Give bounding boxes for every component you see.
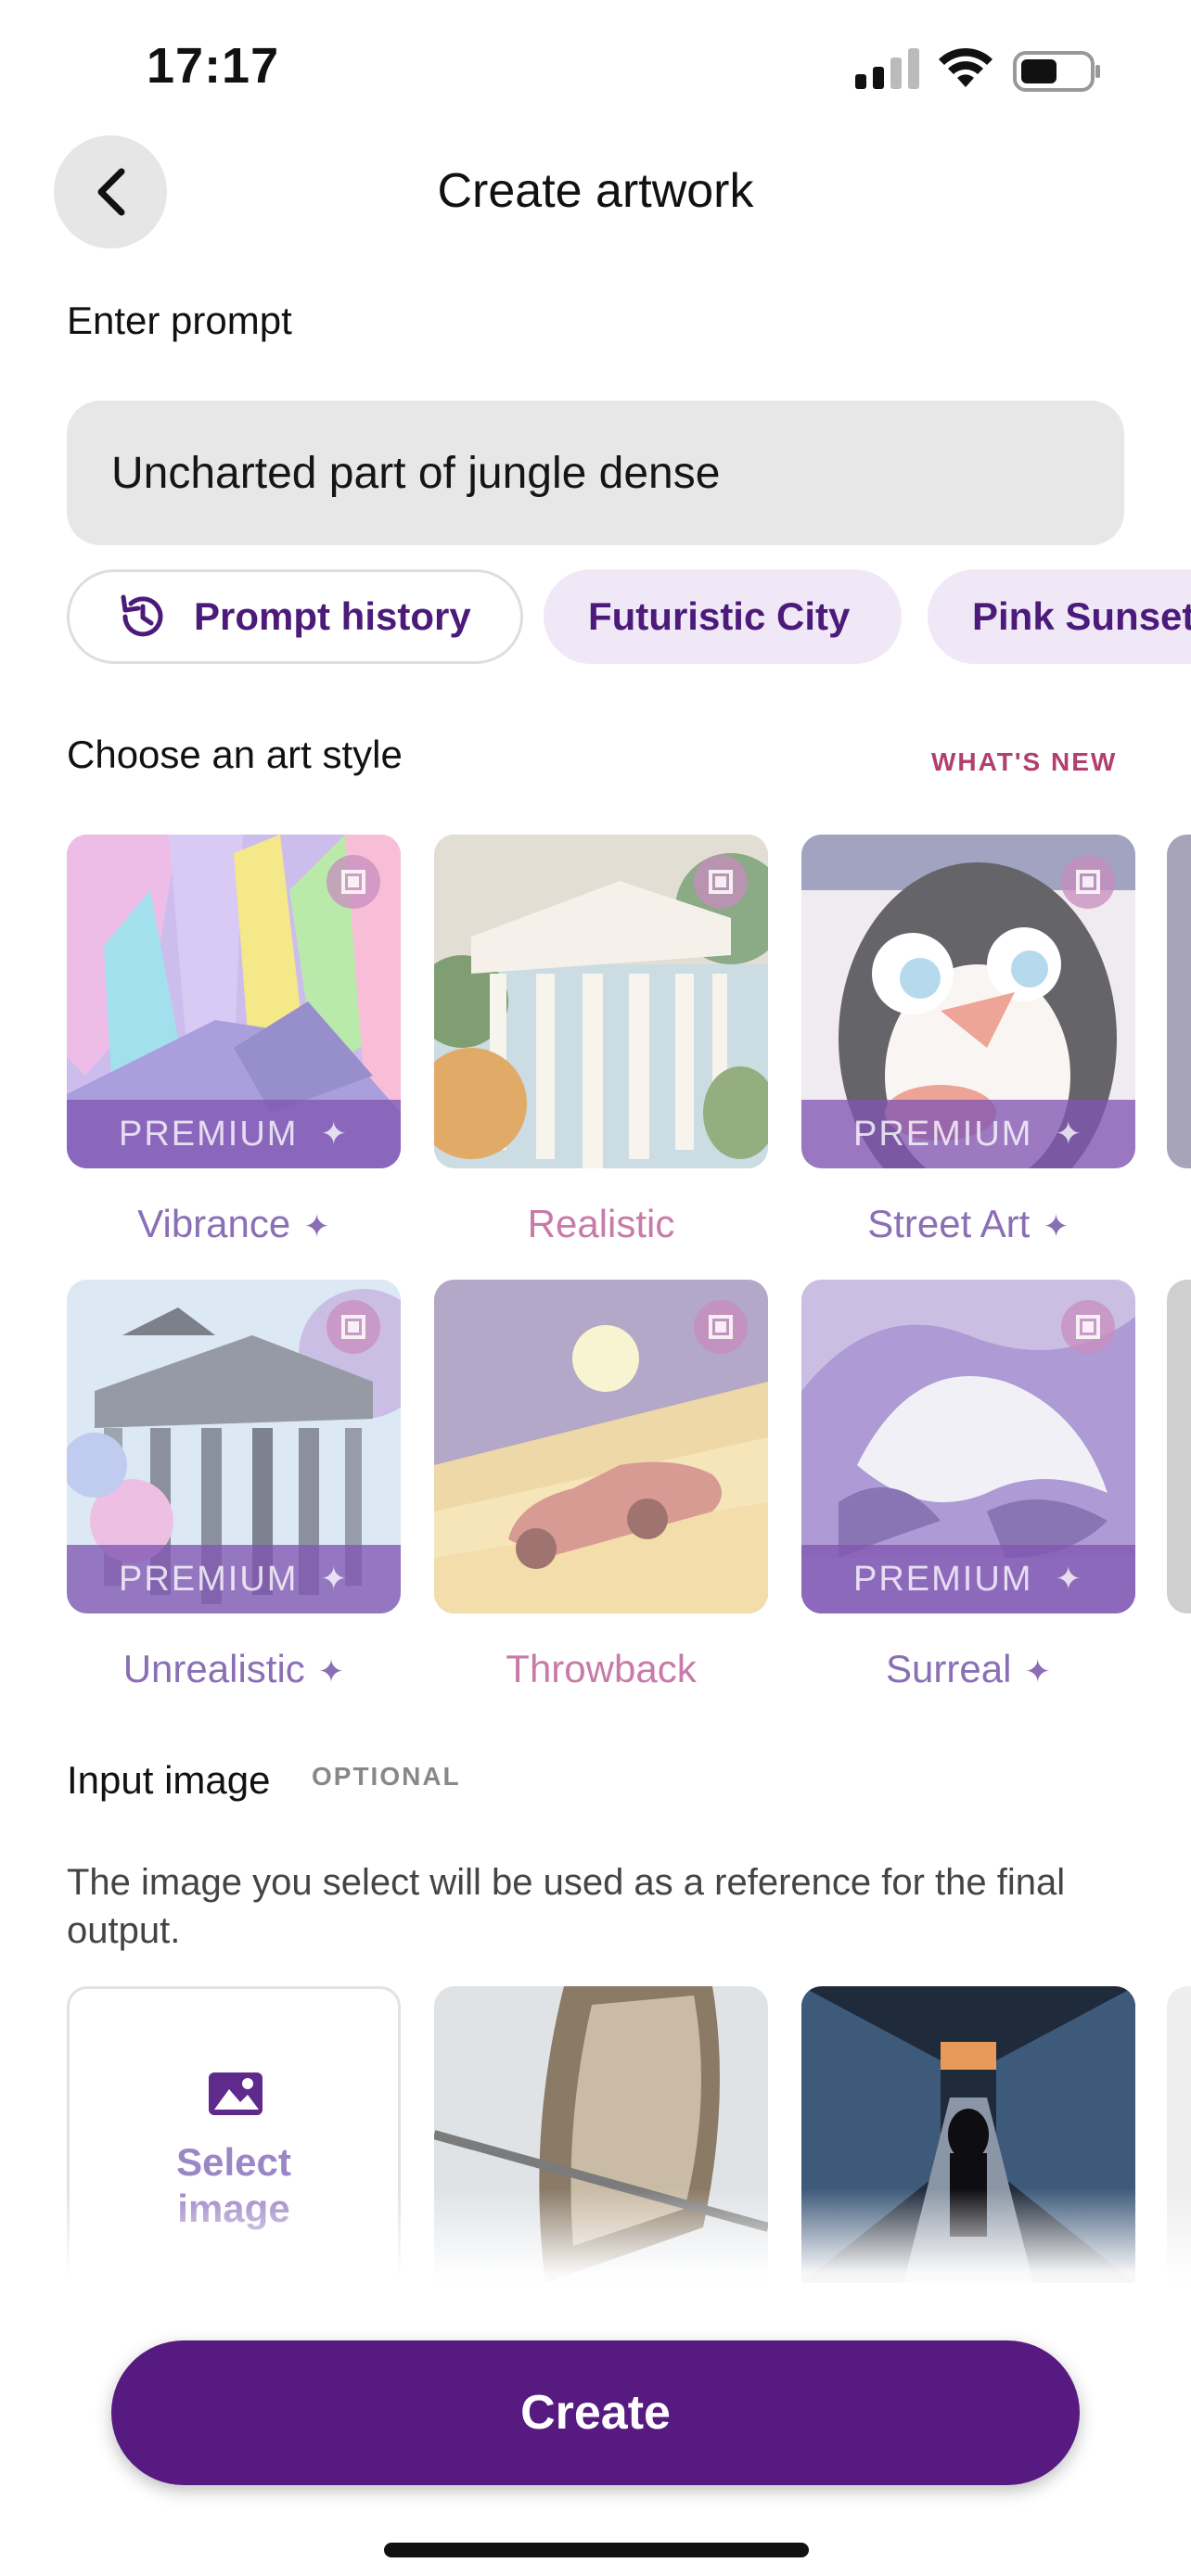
sparkle-icon: ✦	[320, 1562, 349, 1597]
frame-icon	[1061, 855, 1115, 909]
sparkle-icon: ✦	[1055, 1116, 1083, 1152]
sparkle-icon: ✦	[303, 1209, 330, 1244]
page-title: Create artwork	[437, 164, 754, 218]
prompt-input[interactable]: Uncharted part of jungle dense	[67, 401, 1124, 545]
wifi-icon	[939, 47, 992, 87]
history-icon	[121, 594, 163, 637]
prompt-chips: Prompt history Futuristic City Pink Suns…	[67, 569, 1191, 666]
style-card-surreal[interactable]: PREMIUM ✦	[801, 1280, 1135, 1613]
create-button-label: Create	[520, 2386, 671, 2440]
style-card-throwback[interactable]	[434, 1280, 768, 1613]
prompt-history-label: Prompt history	[194, 594, 471, 638]
sparkle-icon: ✦	[1055, 1562, 1083, 1597]
sparkle-icon: ✦	[320, 1116, 349, 1152]
bottom-fade	[0, 2188, 1191, 2309]
status-time: 17:17	[147, 38, 280, 94]
premium-badge: PREMIUM ✦	[67, 1100, 401, 1168]
style-name-surreal: Surreal ✦	[886, 1647, 1051, 1690]
style-name-vibrance: Vibrance ✦	[137, 1202, 330, 1245]
image-icon	[209, 2072, 263, 2115]
frame-icon	[327, 855, 380, 909]
prompt-label: Enter prompt	[67, 299, 292, 342]
home-indicator	[384, 2543, 809, 2557]
style-name-throwback: Throwback	[506, 1647, 697, 1690]
style-name-street-art: Street Art ✦	[867, 1202, 1069, 1245]
frame-icon	[327, 1300, 380, 1354]
premium-badge: PREMIUM ✦	[67, 1545, 401, 1613]
frame-icon	[1061, 1300, 1115, 1354]
premium-badge: PREMIUM ✦	[801, 1100, 1135, 1168]
create-button[interactable]: Create	[111, 2340, 1080, 2485]
input-image-description: The image you select will be used as a r…	[67, 1862, 1066, 1951]
suggestion-chip-label: Pink Sunset	[972, 594, 1191, 638]
optional-tag: OPTIONAL	[312, 1762, 461, 1791]
style-card-vibrance[interactable]: PREMIUM ✦	[67, 835, 401, 1168]
suggestion-chip[interactable]: Pink Sunset	[928, 569, 1191, 664]
sparkle-icon: ✦	[317, 1654, 345, 1690]
input-image-label: Input image	[67, 1758, 271, 1802]
frame-icon	[694, 855, 748, 909]
style-card-unrealistic[interactable]: PREMIUM ✦	[67, 1280, 401, 1613]
style-card-street-art[interactable]: PREMIUM ✦	[801, 835, 1135, 1168]
sparkle-icon: ✦	[1024, 1654, 1051, 1690]
art-style-label: Choose an art style	[67, 733, 403, 776]
whats-new-link[interactable]: WHAT'S NEW	[931, 747, 1117, 777]
battery-icon	[1013, 51, 1100, 92]
status-bar: 17:17	[0, 0, 1191, 130]
suggestion-chip-label: Futuristic City	[588, 594, 851, 638]
suggestion-chip[interactable]: Futuristic City	[544, 569, 902, 664]
style-card-partial[interactable]	[1167, 835, 1191, 1168]
prompt-history-chip[interactable]: Prompt history	[67, 569, 523, 664]
sparkle-icon: ✦	[1043, 1209, 1069, 1244]
style-card-realistic[interactable]	[434, 835, 768, 1168]
style-name-unrealistic: Unrealistic ✦	[122, 1647, 345, 1690]
prompt-input-value: Uncharted part of jungle dense	[111, 448, 721, 498]
style-name-realistic: Realistic	[527, 1202, 675, 1245]
style-card-partial[interactable]	[1167, 1280, 1191, 1613]
premium-badge: PREMIUM ✦	[801, 1545, 1135, 1613]
frame-icon	[694, 1300, 748, 1354]
cellular-signal-icon	[855, 48, 919, 89]
